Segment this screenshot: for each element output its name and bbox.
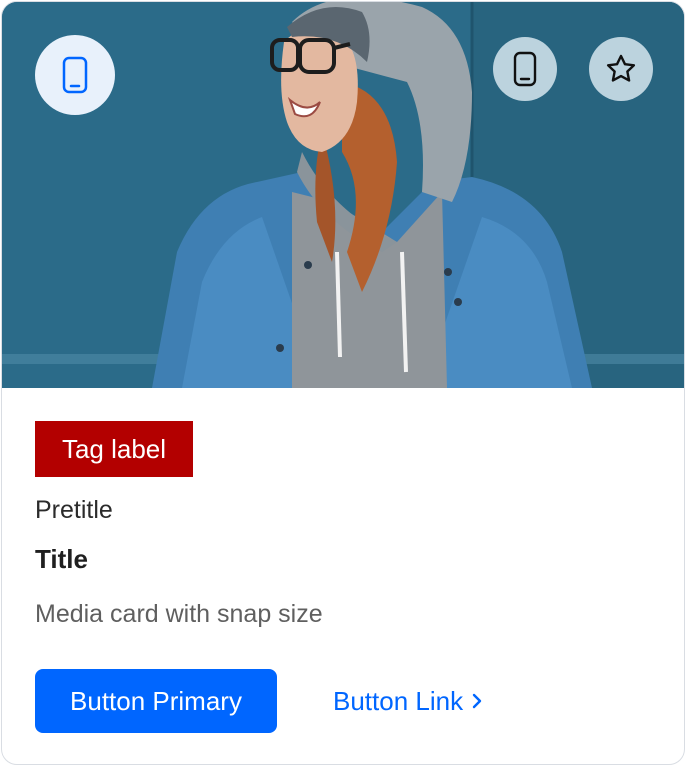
device-button[interactable] (35, 35, 115, 115)
link-button-label: Button Link (333, 685, 464, 716)
card-description: Media card with snap size (35, 600, 323, 628)
primary-button-label: Button Primary (70, 685, 242, 716)
chevron-right-icon (471, 692, 483, 710)
device-action-button[interactable] (493, 37, 557, 101)
media-card: Tag label Pretitle Title Media card with… (1, 1, 685, 765)
primary-button[interactable]: Button Primary (35, 669, 277, 733)
card-title: Title (35, 544, 88, 574)
mobile-icon (513, 51, 537, 87)
pretitle: Pretitle (35, 496, 113, 524)
star-icon (606, 54, 636, 82)
mobile-icon (62, 56, 88, 94)
link-button[interactable]: Button Link (333, 669, 483, 733)
favorite-button[interactable] (589, 37, 653, 101)
tag-label: Tag label (35, 421, 193, 477)
media-image (2, 2, 684, 388)
